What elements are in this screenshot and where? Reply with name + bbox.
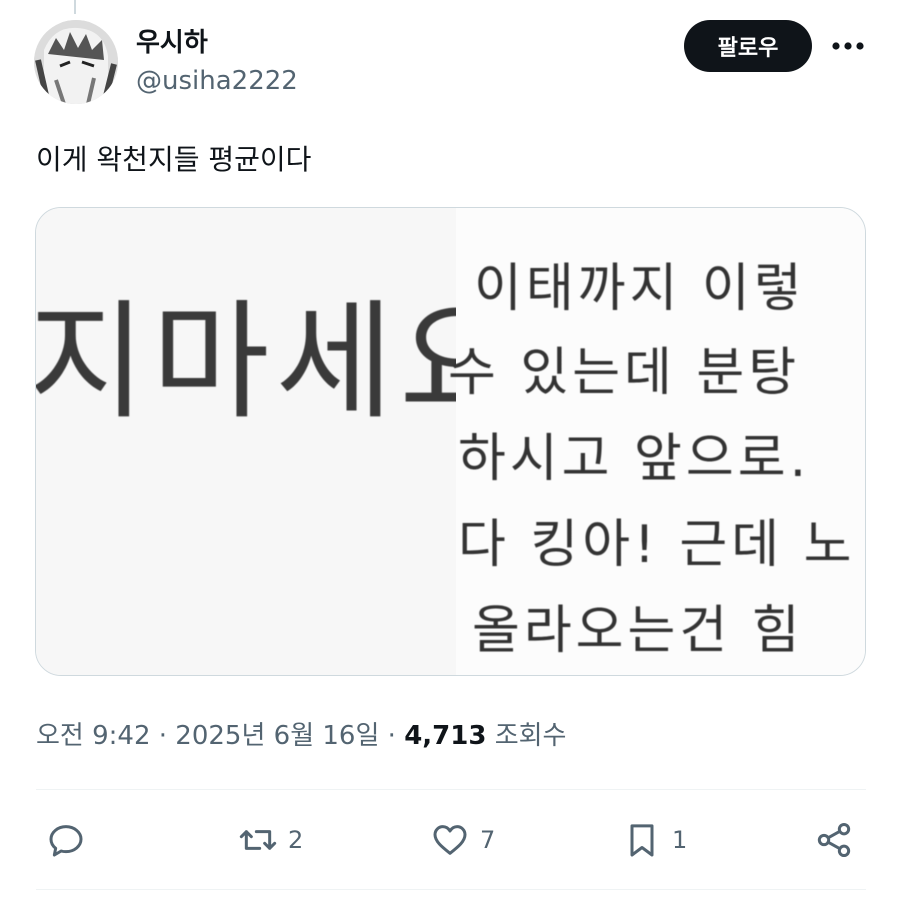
tweet-text: 이게 왁천지들 평균이다 <box>36 143 312 176</box>
thread-connector-line <box>74 0 76 14</box>
heart-icon <box>433 825 467 855</box>
share-icon <box>817 823 851 857</box>
retweet-icon <box>239 830 277 850</box>
tweet-date[interactable]: 2025년 6월 16일 <box>175 721 379 751</box>
author-handle[interactable]: @usiha2222 <box>136 66 298 96</box>
tweet-media-image[interactable]: 지마세요 이태까지 이렇 수 있는데 분탕 하시고 앞으로. 다 킹아! 근데 … <box>35 207 866 676</box>
bookmark-count: 1 <box>672 826 688 854</box>
tweet-metadata: 오전 9:42 · 2025년 6월 16일 · 4,713 조회수 <box>36 715 566 752</box>
share-button[interactable] <box>814 816 854 864</box>
reply-icon <box>49 825 83 857</box>
author-display-name[interactable]: 우시하 <box>136 22 208 59</box>
divider <box>36 789 866 790</box>
media-right-panel: 이태까지 이렇 수 있는데 분탕 하시고 앞으로. 다 킹아! 근데 노 올라오… <box>448 208 865 675</box>
avatar[interactable] <box>34 20 118 104</box>
more-horizontal-icon <box>832 42 864 50</box>
like-count: 7 <box>480 826 496 854</box>
views-label: 조회수 <box>494 721 567 751</box>
like-button[interactable]: 7 <box>430 816 495 864</box>
divider <box>36 889 866 890</box>
media-left-panel: 지마세요 <box>36 208 517 675</box>
bookmark-button[interactable]: 1 <box>622 816 687 864</box>
media-text-line: 다 킹아! 근데 노 <box>458 515 856 575</box>
retweet-count: 2 <box>288 826 304 854</box>
avatar-image <box>34 20 118 104</box>
media-text-line: 수 있는데 분탕 <box>448 343 801 403</box>
media-text-line: 이태까지 이렇 <box>474 259 806 319</box>
bookmark-icon <box>630 824 654 857</box>
tweet-time[interactable]: 오전 9:42 <box>36 721 151 751</box>
retweet-button[interactable]: 2 <box>238 816 303 864</box>
views-count: 4,713 <box>404 721 487 751</box>
meta-separator: · <box>150 721 176 751</box>
media-text-line: 하시고 앞으로. <box>458 429 811 489</box>
reply-button[interactable] <box>46 816 86 864</box>
more-options-button[interactable] <box>826 24 870 68</box>
media-text-line: 올라오는건 힘 <box>472 601 804 661</box>
follow-button[interactable]: 팔로우 <box>684 20 812 72</box>
meta-separator: · <box>379 721 405 751</box>
